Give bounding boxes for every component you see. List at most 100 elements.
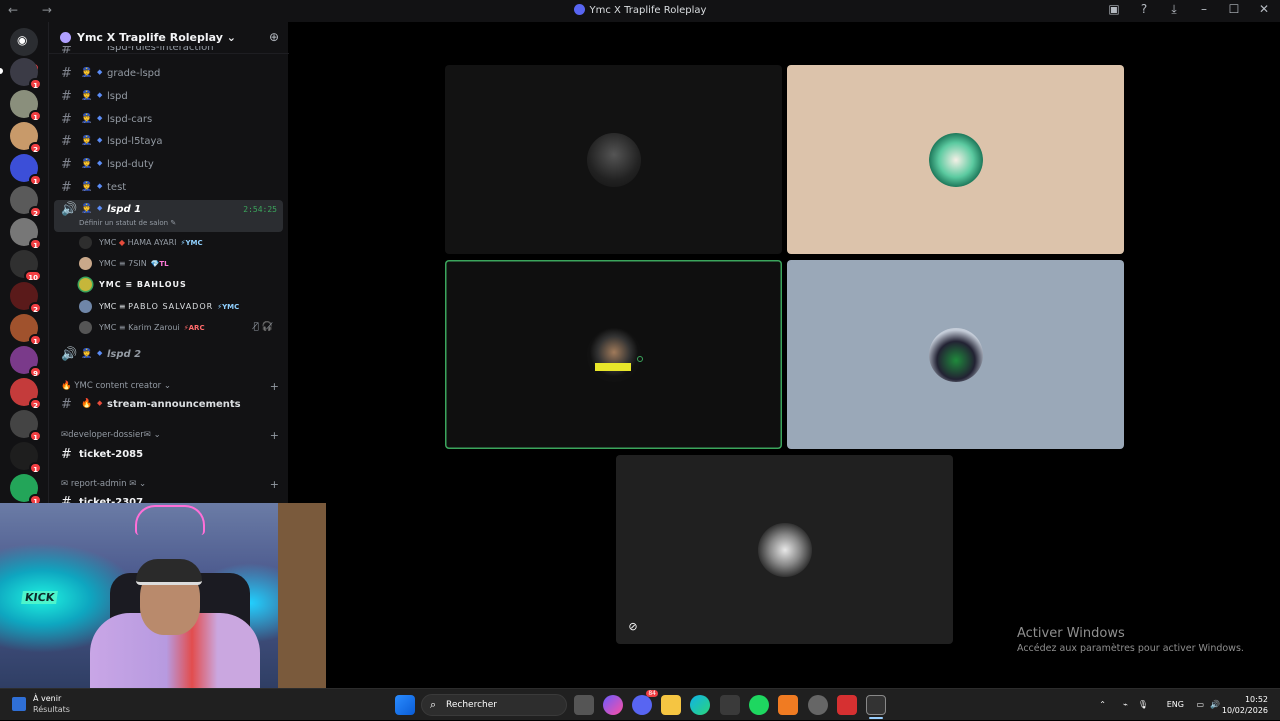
participant-avatar <box>586 327 641 382</box>
widgets-icon <box>12 697 26 711</box>
voice-member[interactable]: YMC ◆ HAMA AYARI ⚡YMC <box>79 234 279 252</box>
window-title-text: Ymc X Traplife Roleplay <box>589 5 707 16</box>
obs-icon[interactable] <box>866 695 886 715</box>
participant-avatar <box>586 132 641 187</box>
avatar-overlay <box>595 363 631 371</box>
video-off-icon: ⊘ <box>628 620 638 633</box>
server-icon-7[interactable]: 10 <box>10 250 42 282</box>
app-icon-b[interactable] <box>808 695 828 715</box>
search-box[interactable]: ⌕ Rechercher <box>421 694 567 716</box>
server-icon-2[interactable]: 1 <box>10 90 42 122</box>
app-icon-c[interactable] <box>837 695 857 715</box>
channel-lspd-rules[interactable]: # lspd-rules-interaction <box>59 46 281 58</box>
start-icon[interactable] <box>395 695 415 715</box>
flame-icon: 🔥 <box>61 381 72 391</box>
police-icon: 👮 <box>81 349 93 359</box>
discord-taskbar-icon[interactable]: 84 <box>632 690 658 715</box>
voice-member-speaking[interactable]: YMC ≡ BAHLOUS <box>79 276 279 294</box>
participant-tile[interactable] <box>787 65 1124 254</box>
channel-ticket-2085[interactable]: # ticket-2085 <box>59 445 281 465</box>
channel-stream-announcements[interactable]: # 🔥 ◆ stream-announcements <box>59 395 281 415</box>
server-icon-5[interactable]: 2 <box>10 186 42 218</box>
participant-avatar <box>928 327 983 382</box>
mic-icon[interactable]: 🎙 <box>1138 700 1148 709</box>
spotify-icon[interactable] <box>749 695 769 715</box>
police-icon: 👮 <box>81 68 93 78</box>
file-explorer-icon[interactable] <box>661 695 681 715</box>
diamond-icon: ◆ <box>97 114 103 122</box>
participant-tile-speaking[interactable] <box>445 260 782 449</box>
police-icon: 👮 <box>81 114 93 124</box>
diamond-icon: ◆ <box>97 91 103 99</box>
channel-sidebar: Ymc X Traplife Roleplay ⌄ ⊕ # lspd-rules-… <box>48 22 289 504</box>
neon-sign <box>135 505 205 535</box>
diamond-icon: ◆ <box>97 204 103 212</box>
channel-grade-lspd[interactable]: # 👮 ◆ grade-lspd <box>59 64 281 84</box>
clock[interactable]: 10:52 10/02/2026 <box>1222 694 1268 716</box>
server-icon-8[interactable]: 2 <box>10 282 42 314</box>
mail-icon: ✉ <box>61 479 69 489</box>
inbox-icon[interactable]: ▣ <box>1106 2 1122 17</box>
window-title: Ymc X Traplife Roleplay <box>0 4 1280 16</box>
windows-activation-watermark: Activer Windows Accédez aux paramètres p… <box>1017 626 1244 654</box>
server-icon-9[interactable]: 1 <box>10 314 42 346</box>
diamond-icon: ◆ <box>97 349 103 357</box>
language-indicator[interactable]: ENG <box>1167 700 1184 709</box>
volume-icon[interactable]: 🔊 <box>1210 700 1220 709</box>
server-avatar <box>60 32 71 43</box>
channel-lspd[interactable]: # 👮 ◆ lspd <box>59 87 281 107</box>
server-icon-3[interactable]: 2 <box>10 122 42 154</box>
channel-test[interactable]: # 👮 ◆ test <box>59 178 281 198</box>
category-developer-dossier[interactable]: ✉developer-dossier✉ ⌄ + <box>61 429 279 442</box>
edge-icon[interactable] <box>690 695 710 715</box>
voice-member[interactable]: YMC ≡ 7SIN 💎TL <box>79 255 279 273</box>
channel-lspd-cars[interactable]: # 👮 ◆ lspd-cars <box>59 110 281 130</box>
display-icon[interactable]: ▭ <box>1196 700 1204 709</box>
participant-tile[interactable] <box>445 65 782 254</box>
category-content-creator[interactable]: 🔥 YMC content creator ⌄ + <box>61 380 279 393</box>
task-view-icon[interactable] <box>574 695 594 715</box>
minimize-icon[interactable]: – <box>1196 2 1212 17</box>
maximize-icon[interactable]: ☐ <box>1226 2 1242 17</box>
download-icon[interactable]: ⤓ <box>1166 2 1182 17</box>
server-icon-10[interactable]: 9 <box>10 346 42 378</box>
deafened-icons: 🎙̸ 🎧̸ <box>253 322 273 332</box>
network-icon[interactable]: ⌁ <box>1123 700 1128 709</box>
participant-avatar <box>757 522 812 577</box>
search-icon: ⌕ <box>430 698 437 711</box>
fire-icon: 🔥 <box>81 399 93 409</box>
server-icon-11[interactable]: 2 <box>10 378 42 410</box>
voice-member[interactable]: YMC ≡ PABLO SALVADOR ⚡YMC <box>79 298 279 316</box>
server-icon-1[interactable]: 1 <box>10 58 42 90</box>
app-icon-a[interactable] <box>778 695 798 715</box>
voice-stage: ⊘ <box>289 22 1280 688</box>
server-icon-6[interactable]: 1 <box>10 218 42 250</box>
server-name: Ymc X Traplife Roleplay ⌄ <box>77 31 236 44</box>
voice-channel-lspd-2[interactable]: 🔊 👮 ◆ lspd 2 <box>59 345 281 365</box>
voice-timer: 2:54:25 <box>243 205 277 214</box>
discord-home-icon[interactable]: ◉ <box>10 28 38 56</box>
copilot-icon[interactable] <box>603 695 623 715</box>
close-icon[interactable]: ✕ <box>1256 2 1272 17</box>
voice-member[interactable]: YMC ≡ Karim Zaroui ⚡ARC 🎙̸ 🎧̸ <box>79 319 279 337</box>
server-icon-13[interactable]: 1 <box>10 442 42 474</box>
speaker-icon: 🔊 <box>61 347 78 362</box>
voice-channel-lspd-1[interactable]: 🔊 👮 ◆ lspd 1 2:54:25 Définir un statut de … <box>54 200 283 232</box>
store-icon[interactable] <box>720 695 740 715</box>
server-icon-12[interactable]: 1 <box>10 410 42 442</box>
channel-lspd-duty[interactable]: # 👮 ◆ lspd-duty <box>59 155 281 175</box>
participant-tile[interactable] <box>787 260 1124 449</box>
diamond-icon: ◆ <box>97 399 103 407</box>
speaking-indicator <box>637 356 643 362</box>
help-icon[interactable]: ? <box>1136 2 1152 17</box>
channel-status-prompt[interactable]: Définir un statut de salon ✎ <box>79 219 176 227</box>
invite-people-icon[interactable]: ⊕ <box>269 30 279 44</box>
webcam-overlay: KICK <box>0 503 326 688</box>
category-report-admin[interactable]: ✉ report-admin ✉ ⌄ + <box>61 478 279 491</box>
server-icon-4[interactable]: 1 <box>10 154 42 186</box>
channel-lspd-l5taya[interactable]: # 👮 ◆ lspd-l5taya <box>59 132 281 152</box>
participant-tile[interactable]: ⊘ <box>616 455 953 644</box>
chevron-up-icon[interactable]: ⌃ <box>1099 700 1106 709</box>
discover-icon[interactable]: 1 <box>10 474 42 506</box>
windows-taskbar: À venir Résultats ⌕ Rechercher 84 ⌃ ⌁ 🎙 … <box>0 688 1280 720</box>
